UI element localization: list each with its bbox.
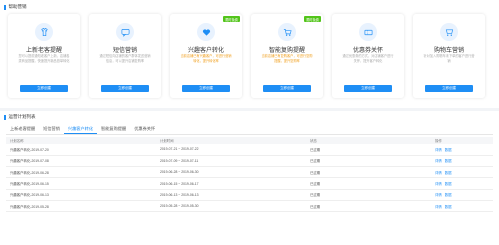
table-row: 兴趣客户转化-2019-06-15 2019-06-15 ~ 2019-06-17… xyxy=(6,177,493,190)
data-link[interactable]: 数据 xyxy=(445,171,452,175)
column-header-actions: 操作 xyxy=(431,137,493,144)
plan-tab[interactable]: 兴趣客户转化 xyxy=(63,125,98,134)
create-now-button[interactable]: 立即创建 xyxy=(20,85,68,92)
card-title: 智能复购提醒 xyxy=(268,48,305,54)
plan-time-cell: 2019-05-28 ~ 2019-05-30 xyxy=(156,200,306,213)
plan-status-cell: 已过期 xyxy=(306,189,431,201)
plan-tab[interactable]: 智能复购提醒 xyxy=(97,125,130,134)
plan-time-cell: 2019-06-15 ~ 2019-06-17 xyxy=(156,177,306,190)
plans-title: 运营计划列表 xyxy=(8,114,36,119)
card-description: 针对加入购物车未下单的客户进行营销 xyxy=(423,54,475,63)
data-link[interactable]: 数据 xyxy=(445,205,452,209)
marketing-section-title: 帮助营销 xyxy=(4,3,27,11)
actions-cell: 详情 数据 xyxy=(431,189,493,201)
plan-status-cell: 已过期 xyxy=(306,177,431,190)
shopping-cart-icon xyxy=(440,23,458,41)
plan-name-cell: 兴趣客户转化-2019-05-28 xyxy=(6,200,156,213)
actions-cell: 详情 数据 xyxy=(431,177,493,190)
data-link[interactable]: 数据 xyxy=(445,159,452,163)
create-now-button[interactable]: 立即创建 xyxy=(182,85,230,92)
cart-icon xyxy=(278,23,296,41)
marketing-card: 限时免费智能复购提醒 当前店铺已有复购客户，可进行复购提醒，提升复购率 立即创建 xyxy=(251,14,323,98)
plan-name-cell: 兴趣客户转化-2019-06-28 xyxy=(6,166,156,179)
card-title: 兴趣客户转化 xyxy=(187,48,224,54)
table-row: 兴趣客户转化-2019-06-13 2019-06-13 ~ 2019-06-13… xyxy=(6,189,493,201)
marketing-card: 限时免费兴趣客户转化 当前店铺已有兴趣客户，可进行营销转化，提升转化率 立即创建 xyxy=(170,14,242,98)
tab-divider xyxy=(6,134,493,135)
details-link[interactable]: 详情 xyxy=(435,171,442,175)
table-row: 兴趣客户转化-2019-06-28 2019-06-28 ~ 2019-06-30… xyxy=(6,166,493,179)
marketing-card: 优惠券关怀 通过优惠券的方式，对店铺客户进行关怀，提升客户转化 立即创建 xyxy=(332,14,404,98)
data-link[interactable]: 数据 xyxy=(445,193,452,197)
data-link[interactable]: 数据 xyxy=(445,182,452,186)
plan-time-cell: 2019-07-09 ~ 2019-07-11 xyxy=(156,155,306,168)
details-link[interactable]: 详情 xyxy=(435,205,442,209)
tshirt-icon xyxy=(35,23,53,41)
message-icon xyxy=(116,23,134,41)
table-row: 兴趣客户转化-2019-07-08 2019-07-09 ~ 2019-07-11… xyxy=(6,155,493,168)
actions-cell: 详情 数据 xyxy=(431,144,493,156)
plan-tab[interactable]: 短信营销 xyxy=(39,125,64,134)
create-now-button[interactable]: 立即创建 xyxy=(263,85,311,92)
plan-time-cell: 2019-06-28 ~ 2019-06-30 xyxy=(156,166,306,179)
actions-cell: 详情 数据 xyxy=(431,155,493,168)
marketing-card: 上新老客提醒 您可以提前通知老客户上新，店铺各类商品提醒，快速提升新品首单转化 立即… xyxy=(8,14,80,98)
card-title: 优惠券关怀 xyxy=(352,48,383,54)
plan-time-cell: 2019-06-13 ~ 2019-06-13 xyxy=(156,189,306,201)
plan-status-cell: 已过期 xyxy=(306,155,431,168)
card-description: 通过短信向店铺的客户群体发送营销信息，可以提升店铺复购率 xyxy=(99,54,151,63)
plans-section-title: 运营计划列表 xyxy=(4,113,36,121)
plan-name-cell: 兴趣客户转化-2019-06-13 xyxy=(6,189,156,201)
details-link[interactable]: 详情 xyxy=(435,182,442,186)
create-now-button[interactable]: 立即创建 xyxy=(101,85,149,92)
plan-tab[interactable]: 上新老客提醒 xyxy=(6,125,39,134)
title-accent-bar xyxy=(4,4,6,10)
plan-status-cell: 已过期 xyxy=(306,200,431,213)
create-now-button[interactable]: 立即创建 xyxy=(425,85,473,92)
title-accent-bar xyxy=(4,114,6,120)
table-header: 计划名称 计划时间 状态 操作 xyxy=(6,137,493,144)
plan-status-cell: 已过期 xyxy=(306,144,431,156)
actions-cell: 详情 数据 xyxy=(431,200,493,213)
create-now-button[interactable]: 立即创建 xyxy=(344,85,392,92)
table-row: 兴趣客户转化-2019-07-20 2019-07-21 ~ 2019-07-22… xyxy=(6,144,493,156)
card-description: 当前店铺已有兴趣客户，可进行营销转化，提升转化率 xyxy=(180,54,232,63)
card-title: 购物车营销 xyxy=(433,48,464,54)
details-link[interactable]: 详情 xyxy=(435,148,442,152)
marketing-card: 短信营销 通过短信向店铺的客户群体发送营销信息，可以提升店铺复购率 立即创建 xyxy=(89,14,161,98)
card-description: 当前店铺已有复购客户，可进行复购提醒，提升复购率 xyxy=(261,54,313,63)
limited-free-badge: 限时免费 xyxy=(223,16,240,22)
card-title: 上新老客提醒 xyxy=(25,48,62,54)
column-header-time: 计划时间 xyxy=(156,137,306,144)
column-header-status: 状态 xyxy=(306,137,431,144)
plan-tabs: 上新老客提醒 短信营销 兴趣客户转化 智能复购提醒 优惠券关怀 xyxy=(6,125,159,134)
data-link[interactable]: 数据 xyxy=(445,148,452,152)
plan-time-cell: 2019-07-21 ~ 2019-07-22 xyxy=(156,144,306,156)
card-title: 短信营销 xyxy=(112,48,137,54)
plans-table: 计划名称 计划时间 状态 操作 兴趣客户转化-2019-07-20 2019-07… xyxy=(6,137,493,213)
coupon-icon xyxy=(359,23,377,41)
plan-name-cell: 兴趣客户转化-2019-07-08 xyxy=(6,155,156,168)
plan-status-cell: 已过期 xyxy=(306,166,431,179)
details-link[interactable]: 详情 xyxy=(435,193,442,197)
table-row: 兴趣客户转化-2019-05-28 2019-05-28 ~ 2019-05-30… xyxy=(6,200,493,213)
card-description: 您可以提前通知老客户上新，店铺各类商品提醒，快速提升新品首单转化 xyxy=(18,54,70,63)
actions-cell: 详情 数据 xyxy=(431,166,493,179)
card-description: 通过优惠券的方式，对店铺客户进行关怀，提升客户转化 xyxy=(342,54,394,63)
column-header-name: 计划名称 xyxy=(6,137,156,144)
plan-name-cell: 兴趣客户转化-2019-07-20 xyxy=(6,144,156,156)
marketing-card: 购物车营销 针对加入购物车未下单的客户进行营销 立即创建 xyxy=(413,14,485,98)
details-link[interactable]: 详情 xyxy=(435,159,442,163)
plan-name-cell: 兴趣客户转化-2019-06-15 xyxy=(6,177,156,190)
marketing-title: 帮助营销 xyxy=(8,4,27,9)
heart-icon xyxy=(197,23,215,41)
plan-tab[interactable]: 优惠券关怀 xyxy=(130,125,159,134)
limited-free-badge: 限时免费 xyxy=(304,16,321,22)
